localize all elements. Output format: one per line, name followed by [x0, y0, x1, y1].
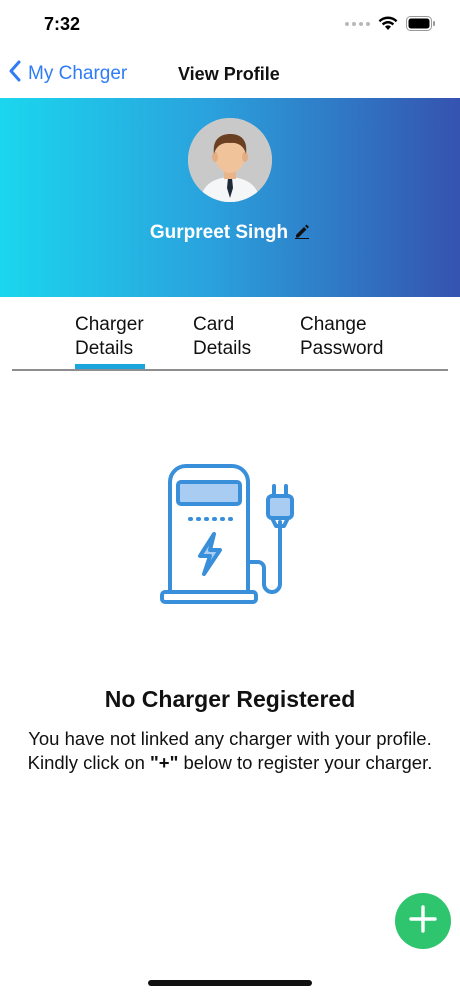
tab-label-line: Card [193, 314, 235, 335]
empty-state-message: You have not linked any charger with you… [6, 727, 454, 775]
ev-charger-icon [158, 460, 304, 610]
page-title: View Profile [178, 64, 280, 84]
status-icons [345, 16, 436, 31]
tab-label-line: Details [75, 338, 134, 359]
cellular-signal-icon [345, 21, 370, 26]
tab-card-details[interactable]: Card Details [193, 313, 251, 361]
home-indicator [148, 980, 312, 986]
wifi-icon [378, 16, 398, 31]
tab-change-password[interactable]: Change Password [300, 313, 383, 361]
profile-header: Gurpreet Singh [0, 98, 460, 297]
profile-name-row: Gurpreet Singh [0, 222, 460, 244]
status-bar: 7:32 [0, 0, 460, 50]
tab-charger-details[interactable]: Charger Details [75, 313, 144, 361]
active-tab-indicator [75, 364, 145, 369]
tab-label-line: Change [300, 314, 367, 335]
status-time: 7:32 [44, 14, 81, 34]
plus-icon [409, 904, 437, 938]
plus-hint: "+" [150, 752, 179, 773]
empty-state-title: No Charger Registered [104, 686, 356, 712]
profile-name: Gurpreet Singh [149, 222, 289, 243]
pencil-icon[interactable] [294, 223, 310, 244]
back-button-label: My Charger [28, 63, 128, 84]
profile-tabs: Charger Details Card Details Change Pass… [12, 311, 448, 371]
tab-label-line: Details [193, 338, 252, 359]
chevron-left-icon [8, 60, 22, 88]
back-button[interactable]: My Charger [8, 60, 127, 88]
avatar [188, 118, 272, 202]
battery-icon [406, 16, 436, 31]
navigation-bar: My Charger View Profile [0, 50, 460, 98]
empty-state-message-text: below to register your charger. [178, 752, 433, 773]
add-charger-button[interactable] [395, 893, 451, 949]
tab-label-line: Password [300, 338, 384, 359]
tab-label-line: Charger [75, 314, 144, 335]
